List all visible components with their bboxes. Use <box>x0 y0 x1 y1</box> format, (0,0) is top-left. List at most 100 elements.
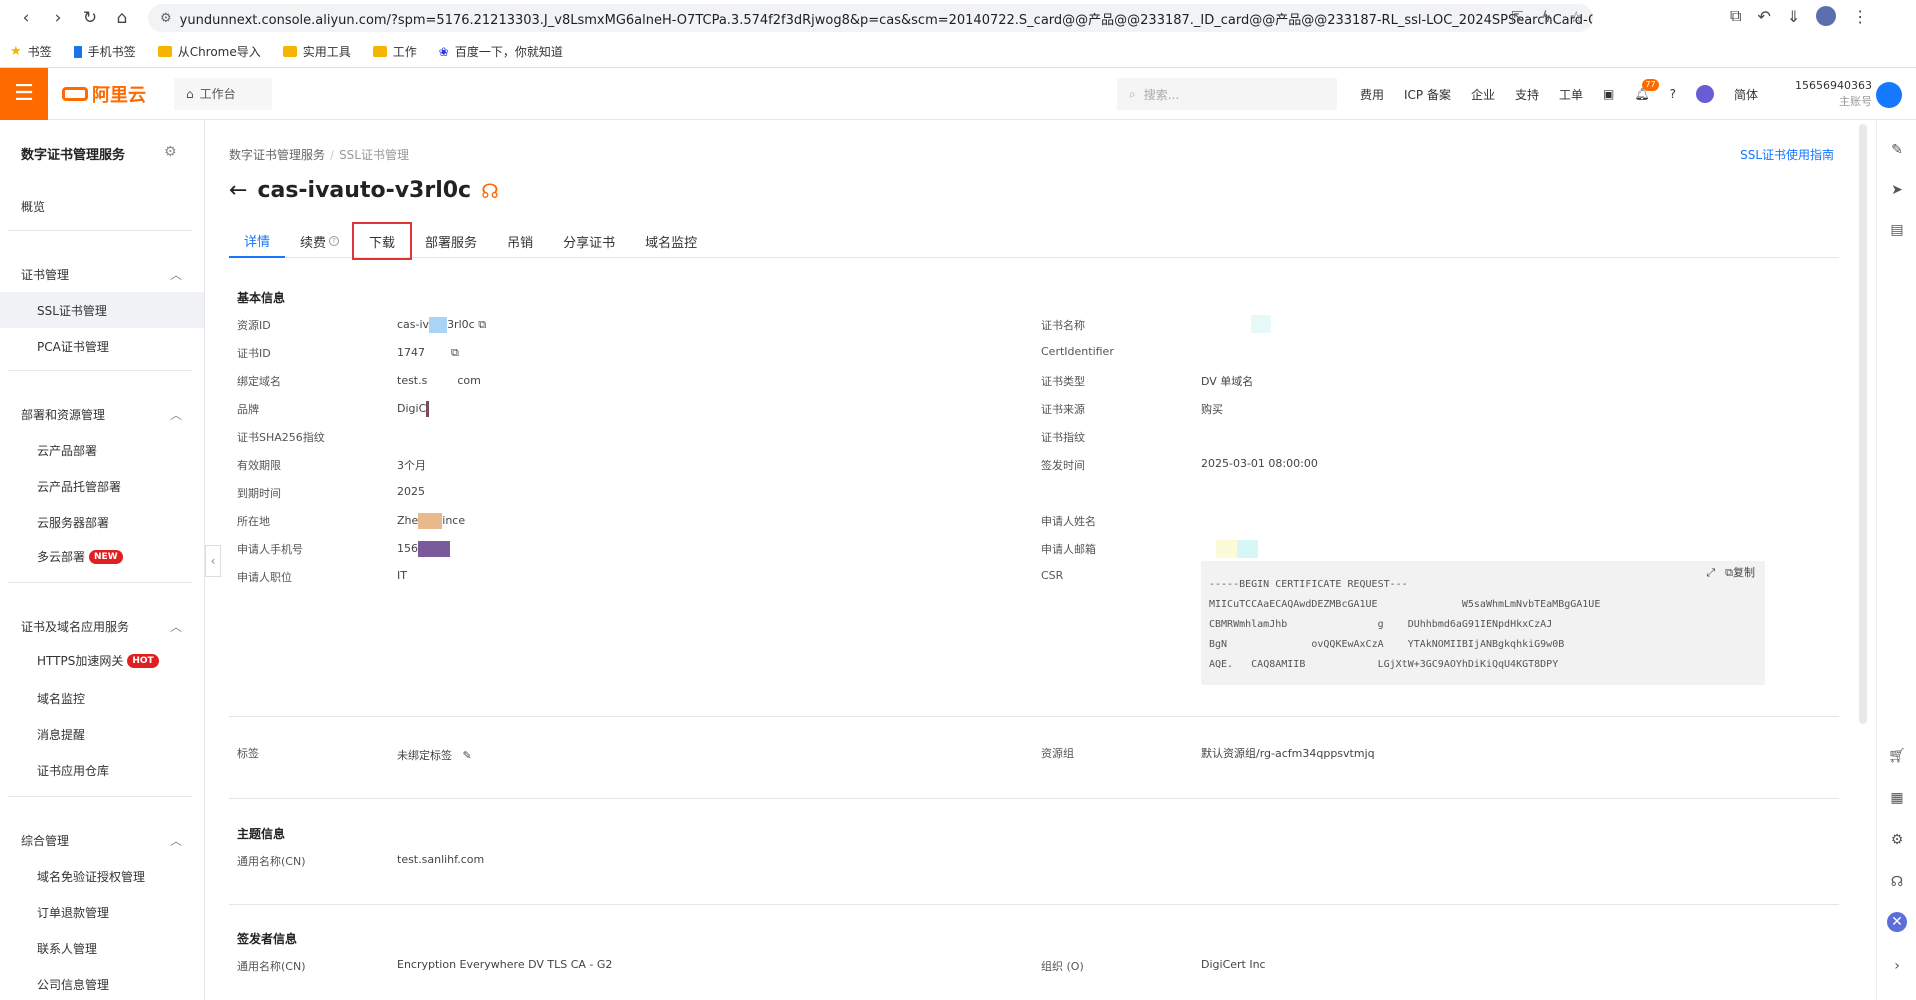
bookmark-folder[interactable]: 工作 <box>372 43 417 60</box>
browser-menu-icon[interactable]: ⋮ <box>1852 7 1868 26</box>
forward-icon[interactable]: › <box>42 2 74 34</box>
workbench-button[interactable]: ⌂ 工作台 <box>174 77 272 110</box>
screen-icon[interactable]: ▣ <box>1603 87 1614 101</box>
link-ticket[interactable]: 工单 <box>1559 86 1583 103</box>
chevron-up-icon[interactable]: ︿ <box>170 266 182 283</box>
sidebar-item-ecs-deploy[interactable]: 云服务器部署 <box>37 514 109 531</box>
gear-icon[interactable]: ⚙ <box>164 144 177 160</box>
tab-deploy[interactable]: 部署服务 <box>410 224 492 258</box>
label-validity: 有效期限 <box>237 459 281 472</box>
bookmark-item[interactable]: ★ 书签 <box>10 43 52 60</box>
sidebar-item-cloud-deploy[interactable]: 云产品部署 <box>37 442 97 459</box>
ai-assistant-icon[interactable] <box>1696 85 1714 103</box>
copy-icon[interactable]: ⧉ <box>451 346 459 359</box>
tab-domain-monitor[interactable]: 域名监控 <box>630 224 712 258</box>
share-icon[interactable]: ⇱ <box>1511 8 1524 26</box>
back-icon[interactable]: ‹ <box>10 2 42 34</box>
scrollbar[interactable] <box>1859 124 1867 724</box>
ai-assistant-icon[interactable]: ✕ <box>1887 912 1907 932</box>
edit-icon[interactable]: ✎ <box>463 749 472 762</box>
search-input[interactable]: ⌕ 搜索... <box>1117 78 1337 110</box>
chevron-up-icon[interactable]: ︿ <box>170 406 182 423</box>
sidebar-item-cert-repo[interactable]: 证书应用仓库 <box>37 762 109 779</box>
chevron-up-icon[interactable]: ︿ <box>170 832 182 849</box>
bookmark-star-icon[interactable]: ☆ <box>1570 8 1583 26</box>
headset-icon[interactable]: ☊ <box>1887 872 1907 892</box>
link-support[interactable]: 支持 <box>1515 86 1539 103</box>
sidebar-item-domain-auth[interactable]: 域名免验证授权管理 <box>37 868 145 885</box>
validity-value: 3个月 <box>397 459 426 472</box>
guide-link[interactable]: SSL证书使用指南 <box>1740 146 1834 163</box>
menu-icon[interactable]: ☰ <box>0 67 48 120</box>
help-icon[interactable]: ? <box>1670 87 1676 101</box>
bookmarks-bar: ★ 书签 手机书签 从Chrome导入 实用工具 工作 ❀ 百度一下，你就知道 <box>0 36 1916 68</box>
breadcrumb-item[interactable]: 数字证书管理服务 <box>229 148 325 162</box>
bookmark-item[interactable]: 手机书签 <box>73 43 136 60</box>
sidebar-group-admin[interactable]: 综合管理 <box>21 832 69 849</box>
sidebar-title: 数字证书管理服务 <box>21 148 126 163</box>
chevron-right-icon[interactable]: › <box>1887 956 1907 976</box>
home-icon[interactable]: ⌂ <box>106 2 138 34</box>
label-cert-source: 证书来源 <box>1041 403 1085 416</box>
main-content: 数字证书管理服务 / SSL证书管理 SSL证书使用指南 ← cas-ivauto-… <box>206 120 1876 1000</box>
address-bar[interactable]: ⚙ yundunnext.console.aliyun.com/?spm=517… <box>148 4 1593 32</box>
sidebar-item-contacts[interactable]: 联系人管理 <box>37 940 97 957</box>
download-icon[interactable]: ⇓ <box>1787 7 1800 26</box>
bell-icon[interactable]: 🔔︎ 77 <box>1634 79 1659 101</box>
sidebar-item-ssl[interactable]: SSL证书管理 <box>37 302 107 319</box>
tab-revoke[interactable]: 吊销 <box>492 224 548 258</box>
bookmark-folder[interactable]: 从Chrome导入 <box>157 43 261 60</box>
bookmark-item[interactable]: ❀ 百度一下，你就知道 <box>439 43 563 60</box>
aliyun-logo[interactable]: 阿里云 <box>62 81 146 107</box>
account-info[interactable]: 15656940363 主账号 <box>1795 78 1872 110</box>
reload-icon[interactable]: ↻ <box>74 2 106 34</box>
sidebar-item-https-gateway[interactable]: HTTPS加速网关 HOT <box>37 652 159 669</box>
sidebar-group-cert[interactable]: 证书管理 <box>21 266 69 283</box>
settings-icon[interactable]: ⚙ <box>1887 830 1907 850</box>
headset-icon[interactable]: ☊ <box>481 179 499 203</box>
sidebar-item-refund[interactable]: 订单退款管理 <box>37 904 109 921</box>
sidebar-item-managed-deploy[interactable]: 云产品托管部署 <box>37 478 121 495</box>
link-icp[interactable]: ICP 备案 <box>1404 86 1451 103</box>
sidebar-group-deploy[interactable]: 部署和资源管理 <box>21 406 105 423</box>
tab-share[interactable]: 分享证书 <box>548 224 630 258</box>
language-switch[interactable]: 简体 <box>1734 86 1758 103</box>
sidebar-item-company[interactable]: 公司信息管理 <box>37 976 109 993</box>
divider <box>8 582 192 583</box>
document-icon[interactable]: ▤ <box>1887 220 1907 240</box>
label-issue-time: 签发时间 <box>1041 459 1085 472</box>
site-info-icon[interactable]: ⚙ <box>160 11 172 26</box>
calculator-icon[interactable]: ▦ <box>1887 788 1907 808</box>
back-arrow-icon[interactable]: ← <box>229 178 247 203</box>
avatar[interactable] <box>1876 82 1902 108</box>
tab-renew[interactable]: 续费? <box>285 224 354 258</box>
help-icon[interactable]: ? <box>329 236 340 246</box>
lightning-icon[interactable]: ϟ <box>1542 8 1552 26</box>
copy-button[interactable]: ⧉复制 <box>1725 563 1755 583</box>
cursor-icon[interactable]: ➤ <box>1887 180 1907 200</box>
pen-icon[interactable]: ✎ <box>1887 140 1907 160</box>
link-enterprise[interactable]: 企业 <box>1471 86 1495 103</box>
sidebar-item-notifications[interactable]: 消息提醒 <box>37 726 85 743</box>
history-icon[interactable]: ↶ <box>1757 7 1770 26</box>
sidebar-item-overview[interactable]: 概览 <box>21 198 45 215</box>
copy-icon[interactable]: ⧉ <box>478 318 486 331</box>
sidebar-group-apps[interactable]: 证书及域名应用服务 <box>21 618 129 635</box>
expand-icon[interactable]: ⤢ <box>1706 563 1715 583</box>
label-cert-identifier: CertIdentifier <box>1041 345 1114 358</box>
sidebar-item-multicloud[interactable]: 多云部署 NEW <box>37 548 123 565</box>
breadcrumb-item[interactable]: SSL证书管理 <box>339 148 409 162</box>
extensions-icon[interactable]: ⧉ <box>1730 6 1741 26</box>
cert-source-value: 购买 <box>1201 403 1223 416</box>
profile-icon[interactable] <box>1816 6 1837 26</box>
chevron-up-icon[interactable]: ︿ <box>170 618 182 635</box>
tab-download[interactable]: 下载 <box>352 222 413 260</box>
sidebar-item-pca[interactable]: PCA证书管理 <box>37 338 109 355</box>
link-fee[interactable]: 费用 <box>1360 86 1384 103</box>
sidebar-item-domain-monitor[interactable]: 域名监控 <box>37 690 85 707</box>
email-redaction <box>1216 540 1258 558</box>
bookmark-folder[interactable]: 实用工具 <box>282 43 351 60</box>
tab-details[interactable]: 详情 <box>229 224 286 258</box>
resource-group-value: 默认资源组/rg-acfm34qppsvtmjq <box>1201 747 1375 760</box>
cart-icon[interactable]: 🛒︎ <box>1887 746 1907 766</box>
